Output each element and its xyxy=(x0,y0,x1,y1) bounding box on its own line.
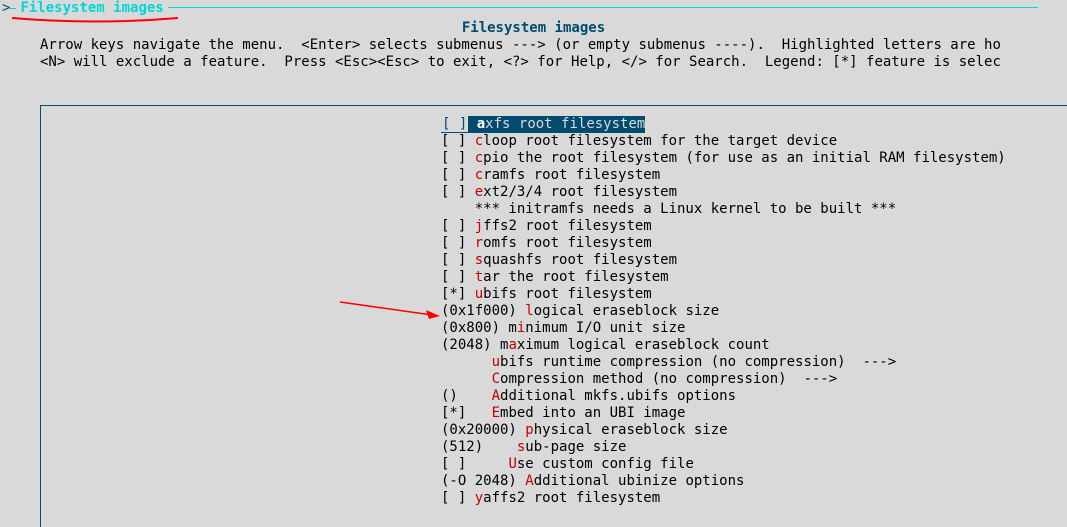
help-line-1: Arrow keys navigate the menu. <Enter> se… xyxy=(40,37,1001,53)
menu-item[interactable]: [ ] yaffs2 root filesystem xyxy=(441,490,1067,507)
menu-item[interactable]: [ ] ext2/3/4 root filesystem xyxy=(441,184,1067,201)
prompt-icon: > xyxy=(0,0,10,16)
menu-item[interactable]: (0x20000) physical eraseblock size xyxy=(441,422,1067,439)
menu-item[interactable]: [ ] tar the root filesystem xyxy=(441,269,1067,286)
menu-item[interactable]: [*] ubifs root filesystem xyxy=(441,286,1067,303)
menu-item[interactable]: Compression method (no compression) ---> xyxy=(441,371,1067,388)
outer-title: Filesystem images xyxy=(20,0,163,16)
outer-title-row: > Filesystem images xyxy=(0,0,1067,17)
menu-item[interactable]: (-O 2048) Additional ubinize options xyxy=(441,473,1067,490)
menu-item[interactable]: (0x800) minimum I/O unit size xyxy=(441,320,1067,337)
menuconfig-screen: > Filesystem images Filesystem images Arr… xyxy=(0,0,1067,527)
menu-item[interactable]: [ ] squashfs root filesystem xyxy=(441,252,1067,269)
menu-item[interactable]: [ ] cpio the root filesystem (for use as… xyxy=(441,150,1067,167)
menu-item[interactable]: [ ] cramfs root filesystem xyxy=(441,167,1067,184)
help-text: Arrow keys navigate the menu. <Enter> se… xyxy=(40,37,1067,71)
menu-item[interactable]: *** initramfs needs a Linux kernel to be… xyxy=(441,201,1067,218)
menu-item[interactable]: [ ] romfs root filesystem xyxy=(441,235,1067,252)
menu-item[interactable]: [ ] jffs2 root filesystem xyxy=(441,218,1067,235)
help-line-2: <N> will exclude a feature. Press <Esc><… xyxy=(40,54,1001,70)
menu-item[interactable]: (0x1f000) logical eraseblock size xyxy=(441,303,1067,320)
menu-item[interactable]: [*] Embed into an UBI image xyxy=(441,405,1067,422)
menu-item[interactable]: ubifs runtime compression (no compressio… xyxy=(441,354,1067,371)
menu-item[interactable]: [ ] Use custom config file xyxy=(441,456,1067,473)
menu-item[interactable]: [ ] axfs root filesystem xyxy=(441,116,645,133)
menu-item[interactable]: (512) sub-page size xyxy=(441,439,1067,456)
inner-title: Filesystem images xyxy=(0,20,1067,37)
menu-box[interactable]: [ ] axfs root filesystem[ ] cloop root f… xyxy=(40,105,1067,527)
menu-item[interactable]: [ ] cloop root filesystem for the target… xyxy=(441,133,1067,150)
menu-item[interactable]: (2048) maximum logical eraseblock count xyxy=(441,337,1067,354)
menu-item[interactable]: () Additional mkfs.ubifs options xyxy=(441,388,1067,405)
